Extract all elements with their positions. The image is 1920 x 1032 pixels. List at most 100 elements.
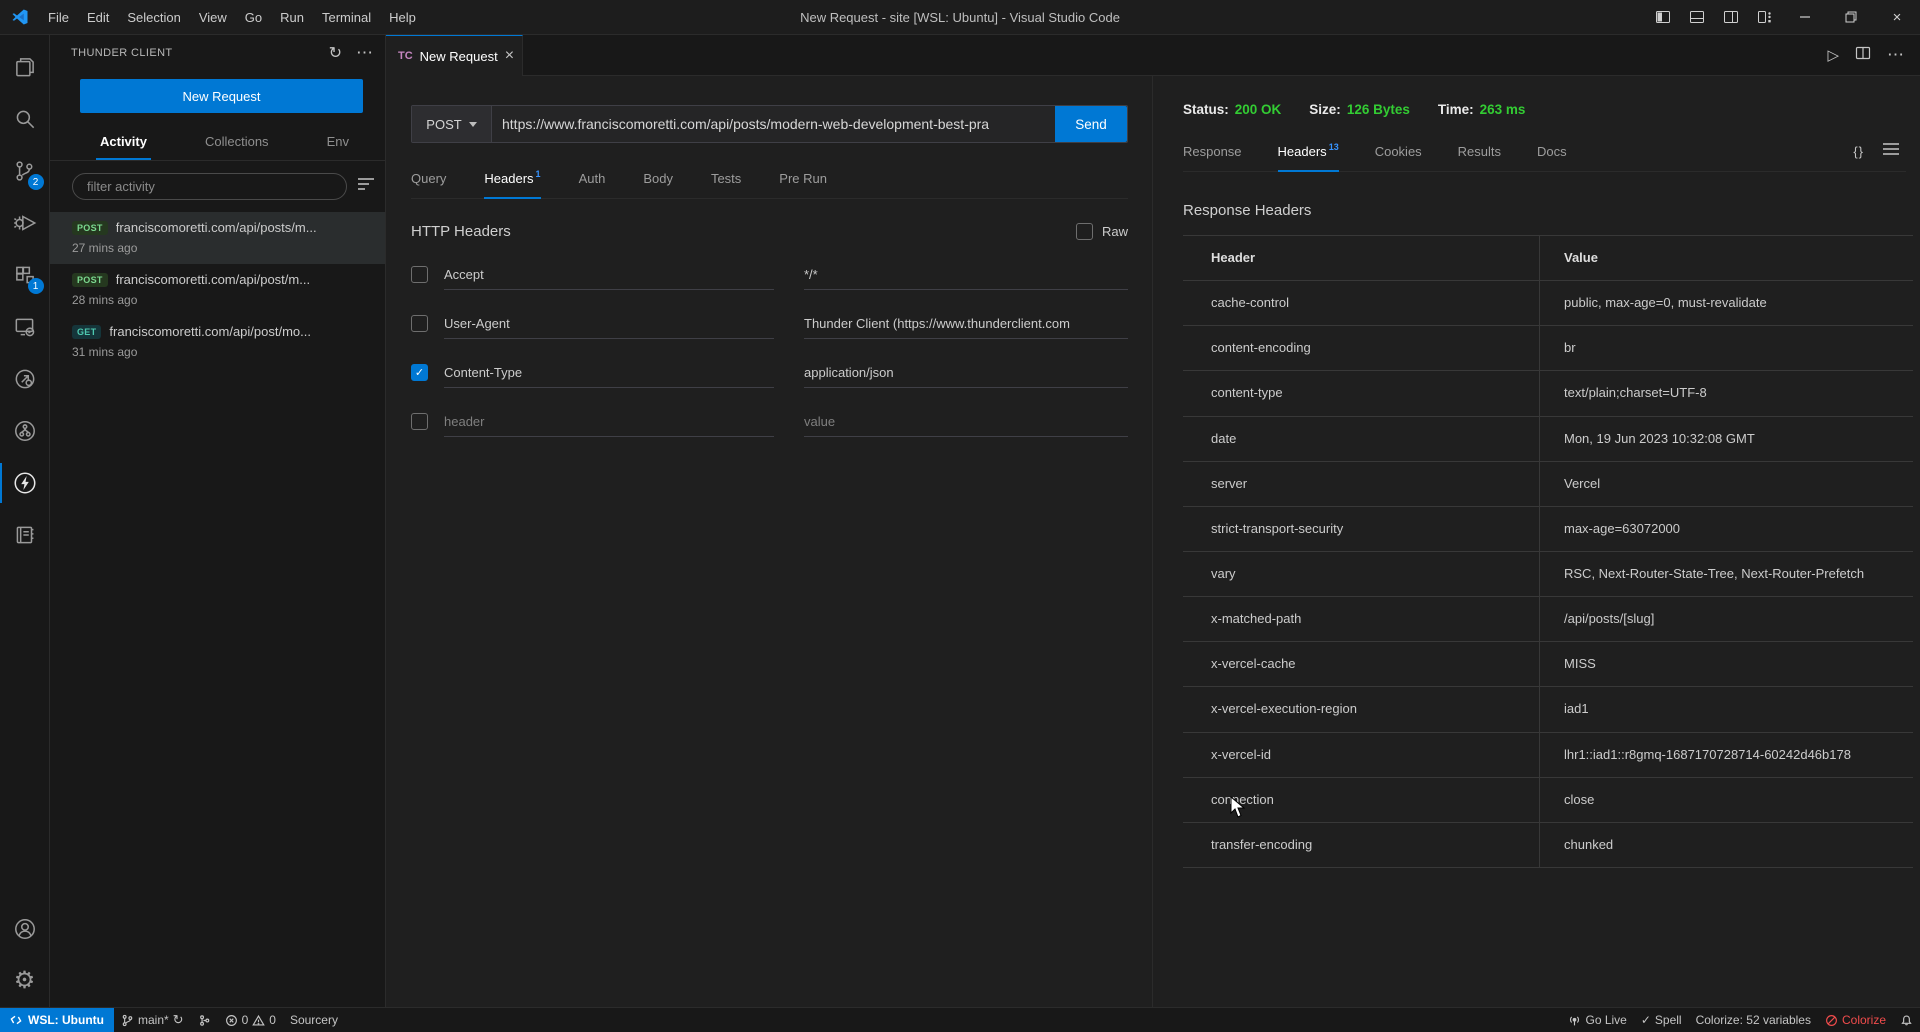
minimize-icon[interactable]	[1782, 0, 1828, 34]
source-control-icon[interactable]: 2	[0, 145, 50, 197]
tab-resp-headers[interactable]: Headers 13	[1278, 132, 1339, 171]
list-item[interactable]: POST franciscomoretti.com/api/posts/m...…	[50, 212, 385, 264]
split-editor-icon[interactable]	[1855, 45, 1871, 66]
more-actions-icon[interactable]	[356, 43, 373, 63]
header-row: User-Agent Thunder Client (https://www.t…	[411, 299, 1128, 348]
notebook-icon[interactable]	[0, 509, 50, 561]
tab-activity[interactable]: Activity	[100, 123, 147, 160]
tab-new-request[interactable]: TC New Request ×	[386, 35, 523, 76]
menu-go[interactable]: Go	[236, 0, 271, 35]
header-name-cell: cache-control	[1183, 281, 1539, 325]
settings-gear-icon[interactable]: ⚙	[0, 955, 50, 1007]
notifications-bell-icon[interactable]	[1893, 1008, 1920, 1032]
close-icon[interactable]: ×	[1874, 0, 1920, 34]
header-value-field[interactable]: */*	[804, 260, 1128, 290]
refresh-icon[interactable]	[329, 43, 342, 63]
colorize-variables-item[interactable]: Colorize: 52 variables	[1689, 1008, 1818, 1032]
menu-run[interactable]: Run	[271, 0, 313, 35]
remote-indicator[interactable]: WSL: Ubuntu	[0, 1008, 114, 1032]
tab-collections[interactable]: Collections	[205, 123, 269, 160]
window-title: New Request - site [WSL: Ubuntu] - Visua…	[800, 10, 1120, 25]
header-value-field[interactable]: Thunder Client (https://www.thunderclien…	[804, 309, 1128, 339]
sidebar-header: THUNDER CLIENT	[50, 35, 385, 71]
sourcery-item[interactable]: Sourcery	[283, 1008, 345, 1032]
header-name-cell: x-vercel-cache	[1183, 642, 1539, 686]
menu-help[interactable]: Help	[380, 0, 425, 35]
toggle-secondary-sidebar-icon[interactable]	[1714, 0, 1748, 34]
header-checkbox[interactable]	[411, 364, 428, 381]
time-value: 263 ms	[1480, 102, 1526, 117]
header-value-cell: MISS	[1539, 642, 1913, 686]
menu-terminal[interactable]: Terminal	[313, 0, 380, 35]
tab-body[interactable]: Body	[643, 159, 673, 198]
explorer-icon[interactable]	[0, 41, 50, 93]
header-value-field[interactable]: application/json	[804, 358, 1128, 388]
format-json-icon[interactable]: {}	[1853, 144, 1864, 159]
header-checkbox[interactable]	[411, 413, 428, 430]
remote-explorer-icon[interactable]	[0, 301, 50, 353]
header-name-field[interactable]: User-Agent	[444, 309, 774, 339]
method-badge: POST	[72, 273, 108, 287]
customize-layout-icon[interactable]	[1748, 0, 1782, 34]
tab-response[interactable]: Response	[1183, 132, 1242, 171]
git-graph-icon[interactable]	[0, 405, 50, 457]
more-actions-icon[interactable]	[1887, 45, 1904, 65]
menu-view[interactable]: View	[190, 0, 236, 35]
problems-item[interactable]: 0 0	[218, 1008, 283, 1032]
table-body: cache-controlpublic, max-age=0, must-rev…	[1183, 281, 1913, 868]
git-branch-item[interactable]: main*	[114, 1008, 191, 1032]
raw-checkbox[interactable]	[1076, 223, 1093, 240]
tab-query[interactable]: Query	[411, 159, 446, 198]
extensions-icon[interactable]: 1	[0, 249, 50, 301]
method-dropdown[interactable]: POST	[412, 106, 492, 142]
header-name-field[interactable]: Accept	[444, 260, 774, 290]
header-name-cell: x-matched-path	[1183, 597, 1539, 641]
menu-edit[interactable]: Edit	[78, 0, 118, 35]
tab-env[interactable]: Env	[327, 123, 349, 160]
new-request-button[interactable]: New Request	[80, 79, 363, 113]
account-icon[interactable]	[0, 903, 50, 955]
send-button[interactable]: Send	[1055, 106, 1127, 142]
tab-pre-run[interactable]: Pre Run	[779, 159, 827, 198]
tab-results[interactable]: Results	[1458, 132, 1501, 171]
header-value-cell: iad1	[1539, 687, 1913, 731]
tab-close-icon[interactable]: ×	[505, 48, 514, 64]
go-live-item[interactable]: Go Live	[1561, 1008, 1633, 1032]
filter-activity-input[interactable]	[72, 173, 347, 200]
url-input[interactable]	[492, 106, 1055, 142]
activity-bar: 2 1 ⚙	[0, 35, 50, 1007]
table-row: serverVercel	[1183, 462, 1913, 507]
tab-auth[interactable]: Auth	[579, 159, 606, 198]
header-value-cell: RSC, Next-Router-State-Tree, Next-Router…	[1539, 552, 1913, 596]
gitlens-icon[interactable]	[0, 353, 50, 405]
run-icon[interactable]	[1827, 46, 1839, 65]
header-value-field[interactable]: value	[804, 407, 1128, 437]
spell-item[interactable]: Spell	[1634, 1008, 1689, 1032]
tab-label: New Request	[420, 49, 498, 64]
toggle-panel-icon[interactable]	[1680, 0, 1714, 34]
toggle-sidebar-icon[interactable]	[1646, 0, 1680, 34]
run-debug-icon[interactable]	[0, 197, 50, 249]
tab-headers[interactable]: Headers 1	[484, 159, 540, 198]
menu-lines-icon[interactable]	[1882, 142, 1900, 161]
search-icon[interactable]	[0, 93, 50, 145]
table-row: x-vercel-idlhr1::iad1::r8gmq-16871707287…	[1183, 733, 1913, 778]
header-checkbox[interactable]	[411, 266, 428, 283]
git-graph-status-icon[interactable]	[191, 1008, 218, 1032]
header-name-field[interactable]: header	[444, 407, 774, 437]
list-item[interactable]: POST franciscomoretti.com/api/post/m... …	[50, 264, 385, 316]
list-item[interactable]: GET franciscomoretti.com/api/post/mo... …	[50, 316, 385, 368]
tab-docs[interactable]: Docs	[1537, 132, 1567, 171]
colorize-item[interactable]: Colorize	[1818, 1008, 1893, 1032]
menu-file[interactable]: File	[39, 0, 78, 35]
http-headers-heading: HTTP Headers	[411, 223, 511, 240]
restore-icon[interactable]	[1828, 0, 1874, 34]
tab-cookies[interactable]: Cookies	[1375, 132, 1422, 171]
tab-tests[interactable]: Tests	[711, 159, 741, 198]
filter-options-icon[interactable]	[357, 177, 375, 196]
method-badge: GET	[72, 325, 101, 339]
menu-selection[interactable]: Selection	[118, 0, 189, 35]
thunder-client-icon[interactable]	[0, 457, 50, 509]
header-name-field[interactable]: Content-Type	[444, 358, 774, 388]
header-checkbox[interactable]	[411, 315, 428, 332]
